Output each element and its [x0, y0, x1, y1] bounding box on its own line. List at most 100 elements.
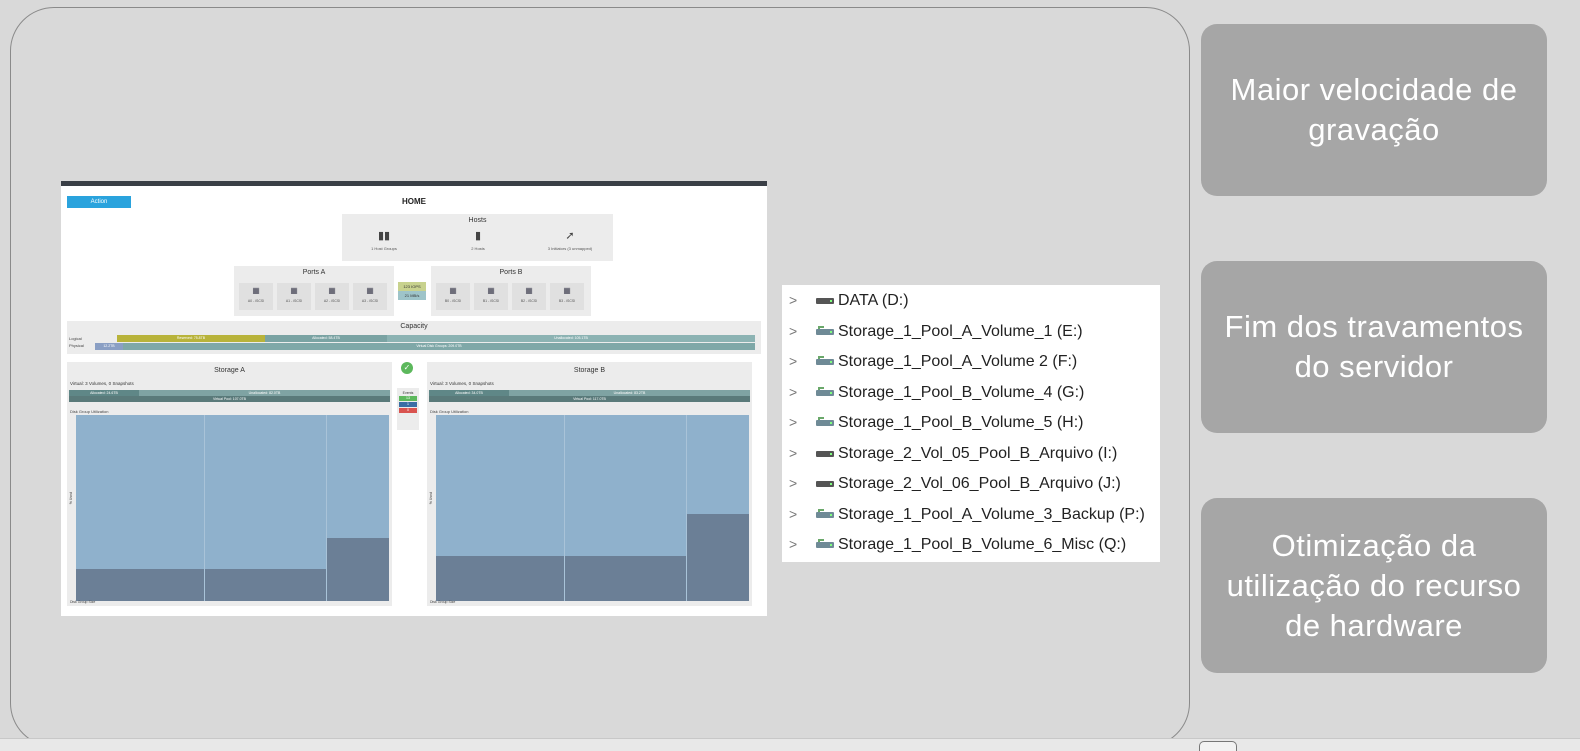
events-info-count: 1 — [399, 402, 417, 407]
storage-b-size-label: Disk Group Size — [430, 600, 456, 604]
port-icon: ▦ — [328, 286, 336, 295]
drive-row[interactable]: > Storage_1_Pool_A_Volume_1 (E:) — [782, 318, 1160, 345]
port-a3[interactable]: ▦ A3 - iSCSI — [353, 283, 387, 310]
port-label: B3 - iSCSI — [558, 299, 576, 303]
storage-manager-screenshot: Action HOME Hosts ▮▮ 1 Host Groups ▮ 2 H… — [61, 181, 767, 616]
hosts-icon: ▮ — [474, 230, 482, 242]
port-icon: ▦ — [366, 286, 374, 295]
disk-group-used — [76, 569, 204, 601]
port-icon: ▦ — [487, 286, 495, 295]
hosts-title: Hosts — [468, 217, 487, 224]
capacity-panel: Capacity Logical Physical Reserved: 75.8… — [67, 321, 761, 354]
port-icon: ▦ — [563, 286, 571, 295]
host-groups-item[interactable]: ▮▮ 1 Host Groups — [344, 230, 424, 251]
storage-b-panel[interactable]: Storage B Virtual: 3 Volumes, 0 Snapshot… — [427, 362, 752, 606]
drive-label: Storage_1_Pool_B_Volume_5 (H:) — [838, 414, 1084, 431]
network-drive-icon — [816, 356, 834, 366]
port-a1[interactable]: ▦ A1 - iSCSI — [277, 283, 311, 310]
chevron-right-icon[interactable]: > — [789, 473, 797, 493]
chevron-right-icon[interactable]: > — [789, 534, 797, 554]
drive-label: Storage_2_Vol_06_Pool_B_Arquivo (J:) — [838, 475, 1121, 492]
ports-b-title: Ports B — [499, 269, 523, 276]
disk-group-free — [436, 415, 564, 556]
initiators-item[interactable]: ➚ 3 Initiators (3 unmapped) — [530, 230, 610, 251]
drive-row[interactable]: > Storage_1_Pool_B_Volume_5 (H:) — [782, 409, 1160, 436]
iops-indicator: 123 IOPS 21 MB/s — [398, 282, 426, 300]
storage-b-virtual: Virtual: 3 Volumes, 0 Snapshots — [430, 381, 494, 386]
capacity-title: Capacity — [400, 323, 428, 330]
chevron-right-icon[interactable]: > — [789, 290, 797, 310]
benefit-text: Fim dos travamentos do servidor — [1224, 309, 1524, 384]
benefit-card-no-freezes: Fim dos travamentos do servidor — [1201, 261, 1547, 433]
port-b1[interactable]: ▦ B1 - iSCSI — [474, 283, 508, 310]
network-drive-icon — [816, 386, 834, 397]
hosts-label: 2 Hosts — [471, 246, 485, 251]
disk-group-used — [686, 514, 749, 601]
throughput-value: 21 MB/s — [398, 291, 426, 300]
ports-a-panel[interactable]: Ports A ▦ A0 - iSCSI ▦ A1 - iSCSI ▦ A2 - iS… — [234, 266, 394, 316]
ports-a-title: Ports A — [302, 269, 326, 276]
events-panel[interactable]: ✓ Events 13 1 0 — [397, 362, 423, 432]
disk-group-free — [76, 415, 204, 569]
disk-group-free — [686, 415, 749, 514]
drive-row[interactable]: > Storage_1_Pool_B_Volume_4 (G:) — [782, 379, 1160, 406]
top-bar — [61, 181, 767, 186]
port-label: B1 - iSCSI — [482, 299, 500, 303]
chevron-right-icon[interactable]: > — [789, 504, 797, 524]
chevron-right-icon[interactable]: > — [789, 443, 797, 463]
hosts-item[interactable]: ▮ 2 Hosts — [438, 230, 518, 251]
events-error-count: 0 — [399, 408, 417, 413]
events-title: Events — [402, 391, 414, 395]
drive-list: > DATA (D:) > Storage_1_Pool_A_Volume_1 (E:… — [782, 285, 1160, 562]
storage-a-utilization-label: Disk Group Utilization — [70, 409, 109, 414]
drive-icon — [816, 478, 834, 488]
disk-group-divider — [686, 415, 687, 601]
drive-row[interactable]: > Storage_1_Pool_A_Volume_3_Backup (P:) — [782, 501, 1160, 528]
disk-group-divider — [564, 415, 565, 601]
storage-a-panel[interactable]: Storage A Virtual: 3 Volumes, 0 Snapshot… — [67, 362, 392, 606]
port-b3[interactable]: ▦ B3 - iSCSI — [550, 283, 584, 310]
bottom-strip — [0, 738, 1580, 751]
disk-group-column — [686, 415, 749, 601]
network-drive-icon — [816, 417, 834, 427]
corner-button[interactable] — [1199, 741, 1237, 751]
drive-row[interactable]: > Storage_1_Pool_A_Volume 2 (F:) — [782, 348, 1160, 375]
initiators-label: 3 Initiators (3 unmapped) — [547, 246, 593, 251]
unallocated-bar: Unallocated: 105.1TB — [387, 335, 755, 342]
home-title: HOME — [402, 197, 426, 206]
physical-used-bar: 12.2TB — [95, 343, 123, 350]
drive-row[interactable]: > Storage_2_Vol_05_Pool_B_Arquivo (I:) — [782, 440, 1160, 467]
benefit-card-hardware-optimization: Otimização da utilização do recurso de h… — [1201, 498, 1547, 673]
allocated-bar: Allocated: 58.4TB — [265, 335, 387, 342]
disk-group-column — [326, 415, 389, 601]
events-box[interactable]: Events 13 1 0 — [397, 388, 419, 430]
drive-row[interactable]: > DATA (D:) — [782, 287, 1160, 314]
drive-row[interactable]: > Storage_2_Vol_06_Pool_B_Arquivo (J:) — [782, 470, 1160, 497]
logical-label: Logical — [69, 336, 82, 341]
port-b2[interactable]: ▦ B2 - iSCSI — [512, 283, 546, 310]
network-drive-icon — [816, 539, 834, 549]
physical-label: Physical — [69, 343, 84, 348]
disk-group-column — [436, 415, 564, 601]
chevron-right-icon[interactable]: > — [789, 382, 797, 402]
drive-label: Storage_1_Pool_A_Volume_3_Backup (P:) — [838, 505, 1145, 523]
ports-b-panel[interactable]: Ports B ▦ B0 - iSCSI ▦ B1 - iSCSI ▦ B2 - iS… — [431, 266, 591, 316]
chevron-right-icon[interactable]: > — [789, 321, 797, 341]
events-ok-count: 13 — [399, 396, 417, 401]
disk-group-column — [76, 415, 204, 601]
chevron-right-icon[interactable]: > — [789, 351, 797, 371]
disk-group-divider — [326, 415, 327, 601]
port-a2[interactable]: ▦ A2 - iSCSI — [315, 283, 349, 310]
port-a0[interactable]: ▦ A0 - iSCSI — [239, 283, 273, 310]
hosts-panel[interactable]: Hosts ▮▮ 1 Host Groups ▮ 2 Hosts ➚ 3 Ini… — [342, 214, 613, 261]
port-icon: ▦ — [252, 286, 260, 295]
port-b0[interactable]: ▦ B0 - iSCSI — [436, 283, 470, 310]
drive-label: Storage_1_Pool_A_Volume 2 (F:) — [838, 353, 1078, 370]
drive-label: Storage_1_Pool_A_Volume_1 (E:) — [838, 322, 1083, 340]
storage-b-title: Storage B — [573, 367, 606, 374]
disk-group-free — [326, 415, 389, 538]
port-label: A1 - iSCSI — [285, 299, 303, 303]
drive-row[interactable]: > Storage_1_Pool_B_Volume_6_Misc (Q:) — [782, 531, 1160, 558]
chevron-right-icon[interactable]: > — [789, 412, 797, 432]
disk-group-free — [564, 415, 686, 556]
